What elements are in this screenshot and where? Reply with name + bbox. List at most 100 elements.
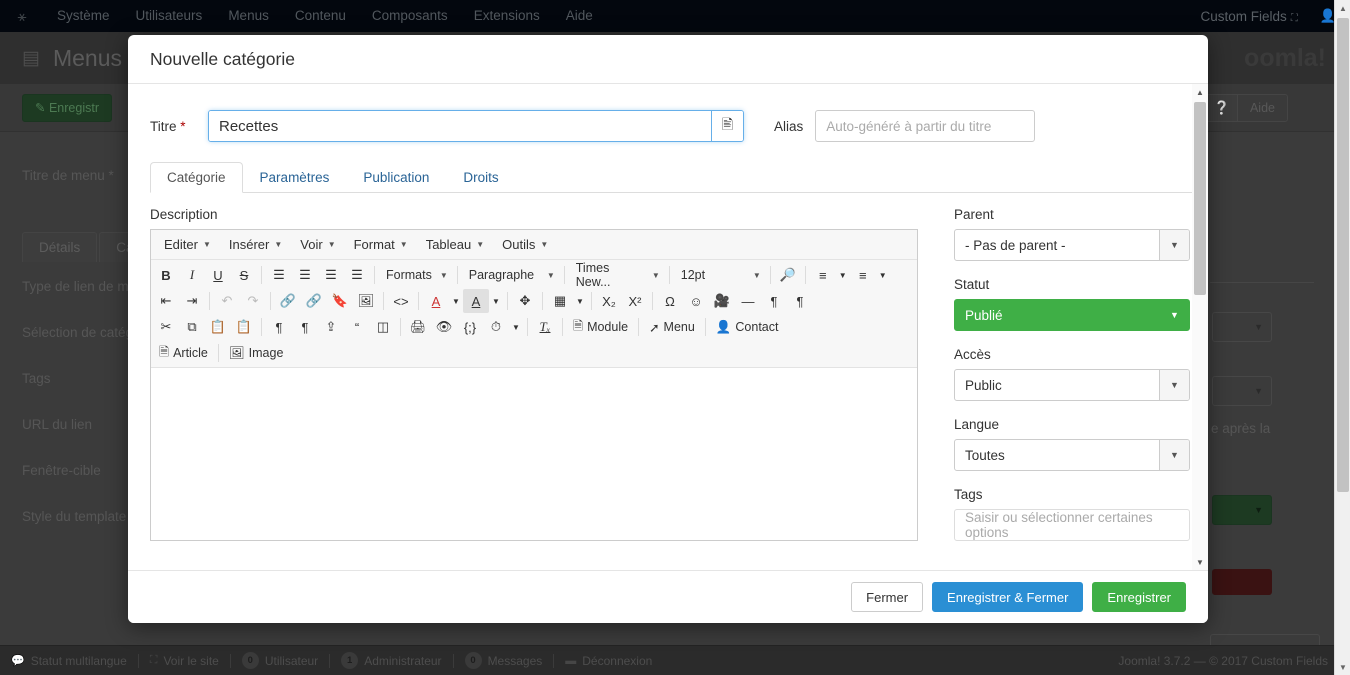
title-input[interactable] — [209, 111, 711, 141]
editor-menu-tableau[interactable]: Tableau ▼ — [417, 233, 493, 256]
underline-button[interactable]: U — [205, 263, 231, 287]
page-scroll-thumb[interactable] — [1337, 18, 1349, 492]
emoticon-icon[interactable]: ☺ — [683, 289, 709, 313]
nav-item-systeme[interactable]: Système — [44, 0, 123, 32]
access-select[interactable]: Public ▼ — [954, 369, 1190, 401]
page-help-button[interactable]: ❔ Aide — [1205, 94, 1288, 122]
table-chevron-down-icon[interactable]: ▼ — [573, 289, 587, 313]
align-left-icon[interactable]: ☰ — [266, 263, 292, 287]
fullscreen-icon[interactable]: ✥ — [512, 289, 538, 313]
bullet-list-icon[interactable]: ≡ — [810, 263, 836, 287]
site-name-link[interactable]: Custom Fields ⛶ — [1201, 9, 1298, 24]
title-input-wrapper[interactable]: 🖹 — [208, 110, 744, 142]
bullet-list-chevron-down-icon[interactable]: ▼ — [836, 263, 850, 287]
nav-item-utilisateurs[interactable]: Utilisateurs — [123, 0, 216, 32]
save-button[interactable]: Enregistrer — [1092, 582, 1186, 612]
insert-module-button[interactable]: 🗎 Module — [567, 315, 634, 339]
block-format-select[interactable]: Paragraphe ▼ — [462, 263, 560, 287]
ltr-icon[interactable]: ¶ — [761, 289, 787, 313]
tab-publication[interactable]: Publication — [346, 162, 446, 193]
unlink-icon[interactable]: 🔗 — [301, 289, 327, 313]
article-picker-icon[interactable]: 🖹 — [711, 111, 743, 141]
status-select[interactable]: Publié ▼ — [954, 299, 1190, 331]
show-blocks-icon[interactable]: ◫ — [370, 315, 396, 339]
editor-menu-inserer[interactable]: Insérer ▼ — [220, 233, 291, 256]
editor-menu-editer[interactable]: Editer ▼ — [155, 233, 220, 256]
indent-icon[interactable]: ⇥ — [179, 289, 205, 313]
bg-delete-button[interactable] — [1212, 569, 1272, 595]
editor-menu-voir[interactable]: Voir ▼ — [291, 233, 344, 256]
strikethrough-button[interactable]: S — [231, 263, 257, 287]
footer-item-users[interactable]: 0 Utilisateur — [231, 652, 329, 669]
editor-content-area[interactable] — [151, 368, 917, 540]
italic-button[interactable]: I — [179, 263, 205, 287]
paste-as-text-icon[interactable]: 📋 — [231, 315, 257, 339]
text-color-chevron-down-icon[interactable]: ▼ — [449, 289, 463, 313]
subscript-icon[interactable]: X₂ — [596, 289, 622, 313]
page-break-icon[interactable]: ¶ — [292, 315, 318, 339]
bg-tab-details[interactable]: Détails — [22, 232, 98, 262]
nav-item-composants[interactable]: Composants — [359, 0, 461, 32]
tags-input[interactable]: Saisir ou sélectionner certaines options — [954, 509, 1190, 541]
save-and-close-button[interactable]: Enregistrer & Fermer — [932, 582, 1084, 612]
bg-select-status[interactable]: ▼ — [1212, 495, 1272, 525]
insert-article-button[interactable]: 🗎 Article — [153, 341, 214, 365]
page-scroll-up-icon[interactable]: ▲ — [1335, 0, 1350, 16]
show-invisible-characters-icon[interactable]: ¶ — [266, 315, 292, 339]
copy-icon[interactable]: ⧉ — [179, 315, 205, 339]
align-right-icon[interactable]: ☰ — [318, 263, 344, 287]
search-replace-icon[interactable]: 🔎 — [775, 263, 801, 287]
print-icon[interactable]: 🖨 — [405, 315, 431, 339]
text-color-icon[interactable]: A — [423, 289, 449, 313]
insert-contact-button[interactable]: 👤 Contact — [710, 315, 785, 339]
link-icon[interactable]: 🔗 — [275, 289, 301, 313]
special-character-icon[interactable]: Ω — [657, 289, 683, 313]
image-icon[interactable]: 🖼 — [353, 289, 379, 313]
page-scrollbar[interactable]: ▲ ▼ — [1334, 0, 1350, 675]
preview-icon[interactable]: 👁 — [431, 315, 457, 339]
alias-input[interactable] — [815, 110, 1036, 142]
modal-scroll-thumb[interactable] — [1194, 102, 1206, 295]
outdent-icon[interactable]: ⇤ — [153, 289, 179, 313]
page-scroll-down-icon[interactable]: ▼ — [1335, 659, 1350, 675]
insert-date-time-icon[interactable]: ⏱ — [483, 315, 509, 339]
page-save-button[interactable]: ✎ Enregistr — [22, 94, 112, 122]
insert-date-time-chevron-down-icon[interactable]: ▼ — [509, 315, 523, 339]
close-button[interactable]: Fermer — [851, 582, 924, 612]
align-justify-icon[interactable]: ☰ — [344, 263, 370, 287]
bold-button[interactable]: B — [153, 263, 179, 287]
horizontal-rule-icon[interactable]: — — [735, 289, 761, 313]
blockquote-icon[interactable]: “ — [344, 315, 370, 339]
nav-item-menus[interactable]: Menus — [215, 0, 282, 32]
editor-menu-format[interactable]: Format ▼ — [345, 233, 417, 256]
redo-icon[interactable]: ↷ — [240, 289, 266, 313]
numbered-list-chevron-down-icon[interactable]: ▼ — [876, 263, 890, 287]
nav-item-aide[interactable]: Aide — [553, 0, 606, 32]
font-size-select[interactable]: 12pt ▼ — [674, 263, 766, 287]
nav-item-contenu[interactable]: Contenu — [282, 0, 359, 32]
tab-droits[interactable]: Droits — [446, 162, 515, 193]
undo-icon[interactable]: ↶ — [214, 289, 240, 313]
footer-item-view-site[interactable]: ⛶ Voir le site — [139, 654, 230, 668]
insert-image-button[interactable]: 🖼 Image — [223, 341, 290, 365]
source-code-icon[interactable]: <> — [388, 289, 414, 313]
numbered-list-icon[interactable]: ≡ — [850, 263, 876, 287]
media-icon[interactable]: 🎥 — [709, 289, 735, 313]
footer-item-multilang[interactable]: 💬 Statut multilangue — [0, 654, 138, 668]
align-center-icon[interactable]: ☰ — [292, 263, 318, 287]
parent-select[interactable]: - Pas de parent - ▼ — [954, 229, 1190, 261]
bg-select-1[interactable]: ▼ — [1212, 312, 1272, 342]
tab-categorie[interactable]: Catégorie — [150, 162, 243, 193]
formats-select[interactable]: Formats ▼ — [379, 263, 453, 287]
background-color-chevron-down-icon[interactable]: ▼ — [489, 289, 503, 313]
footer-item-admins[interactable]: 1 Administrateur — [330, 652, 452, 669]
scroll-down-icon[interactable]: ▼ — [1192, 554, 1208, 570]
nav-item-extensions[interactable]: Extensions — [461, 0, 553, 32]
insert-menu-button[interactable]: ➚ Menu — [643, 315, 701, 339]
tab-parametres[interactable]: Paramètres — [243, 162, 347, 193]
bg-select-2[interactable]: ▼ — [1212, 376, 1272, 406]
table-icon[interactable]: ▦ — [547, 289, 573, 313]
code-sample-icon[interactable]: {;} — [457, 315, 483, 339]
rtl-icon[interactable]: ¶ — [787, 289, 813, 313]
cut-icon[interactable]: ✂ — [153, 315, 179, 339]
